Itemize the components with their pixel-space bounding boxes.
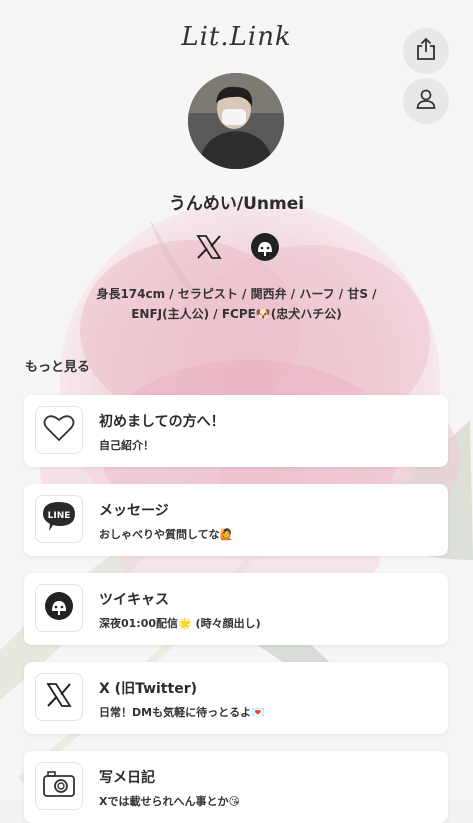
card-subtitle: 日常！DMも気軽に待っとるよ💌: [99, 706, 265, 719]
profile-name: うんめい/Unmei: [168, 194, 305, 214]
heart-icon: [43, 414, 75, 446]
x-icon: [195, 233, 223, 265]
twitcasting-icon: [249, 231, 281, 267]
card-icon-box: [35, 406, 83, 454]
card-title: X (旧Twitter): [99, 681, 197, 697]
card-icon-box: [35, 584, 83, 632]
card-subtitle: 深夜01:00配信🌟 (時々顔出し): [99, 617, 261, 630]
card-icon-box: [35, 762, 83, 810]
camera-icon: [42, 770, 76, 802]
share-button[interactable]: [403, 28, 449, 74]
card-subtitle: おしゃべりや質問してな🙋: [99, 528, 234, 541]
avatar: [188, 73, 284, 169]
card-subtitle: Xでは載せられへん事とか😘: [99, 795, 240, 808]
bio-line: 身長174cm / セラピスト / 関西弁 / ハーフ / 甘S /: [96, 287, 377, 301]
link-card-x[interactable]: X (旧Twitter) 日常！DMも気軽に待っとるよ💌: [24, 662, 448, 734]
section-label-more: もっと見る: [25, 360, 91, 375]
account-button[interactable]: [403, 78, 449, 124]
twitcasting-social-link[interactable]: [248, 232, 282, 266]
x-icon: [45, 681, 73, 713]
card-title: メッセージ: [99, 503, 169, 519]
link-card-line[interactable]: LINE メッセージ おしゃべりや質問してな🙋: [24, 484, 448, 556]
twitcasting-icon: [43, 590, 75, 626]
profile-bio: 身長174cm / セラピスト / 関西弁 / ハーフ / 甘S / ENFJ(…: [60, 284, 413, 324]
card-icon-box: LINE: [35, 495, 83, 543]
x-social-link[interactable]: [192, 232, 226, 266]
share-icon: [415, 37, 437, 65]
litlink-logo: Lit.Link: [181, 22, 292, 52]
card-title: 写メ日記: [99, 770, 155, 786]
bio-line: ENFJ(主人公) / FCPE🐶(忠犬ハチ公): [131, 307, 342, 321]
social-links: [0, 232, 473, 266]
card-icon-box: [35, 673, 83, 721]
svg-text:LINE: LINE: [48, 511, 71, 521]
card-subtitle: 自己紹介！: [99, 439, 154, 452]
user-icon: [415, 88, 437, 114]
link-card-twitcasting[interactable]: ツイキャス 深夜01:00配信🌟 (時々顔出し): [24, 573, 448, 645]
line-icon: LINE: [41, 500, 77, 538]
card-title: 初めましての方へ！: [99, 414, 225, 430]
card-title: ツイキャス: [99, 592, 169, 608]
link-card-introduction[interactable]: 初めましての方へ！ 自己紹介！: [24, 395, 448, 467]
link-card-photo-diary[interactable]: 写メ日記 Xでは載せられへん事とか😘: [24, 751, 448, 823]
